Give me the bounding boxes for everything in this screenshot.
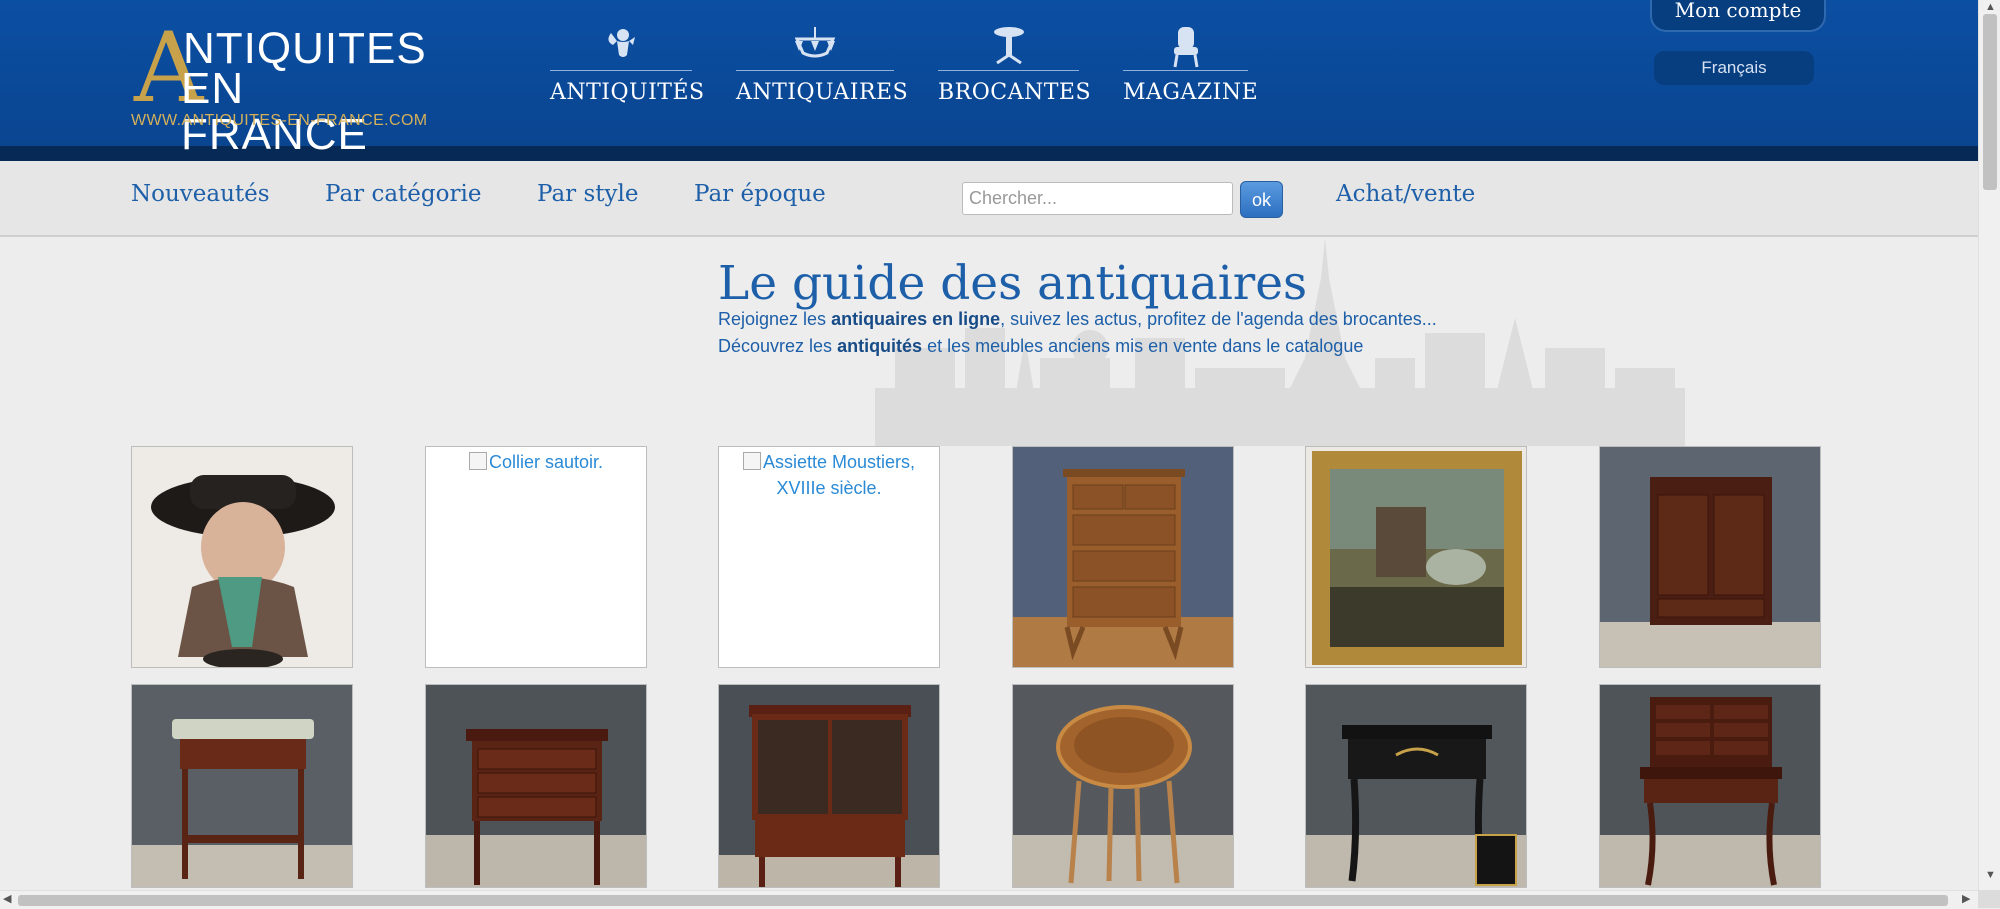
text-segment: , suivez les actus, profitez de l'agenda… — [1000, 309, 1437, 329]
nav-antiquaires[interactable]: ANTIQUAIRES — [736, 20, 909, 110]
horizontal-scroll-thumb[interactable] — [18, 895, 1948, 906]
vertical-scroll-thumb[interactable] — [1983, 14, 1997, 190]
image-alt-text: Collier sautoir. — [488, 452, 604, 472]
scroll-right-arrow-icon[interactable]: ▶ — [1962, 894, 1970, 905]
black-napoleon-iii-desk-image — [1306, 685, 1526, 887]
scroll-left-arrow-icon[interactable]: ◀ — [3, 894, 11, 905]
horizontal-scrollbar[interactable]: ◀ ▶ — [0, 890, 1978, 909]
mahogany-drawer-table-image — [426, 685, 646, 887]
nav-label: MAGAZINE — [1123, 80, 1259, 105]
round-marquetry-table-image — [1013, 685, 1233, 887]
nav-label: ANTIQUITÉS — [550, 80, 705, 105]
broken-image: Assiette Moustiers, XVIIIe siècle. — [719, 447, 939, 501]
product-thumbnail[interactable]: Collier sautoir. — [425, 446, 647, 668]
product-thumbnail[interactable] — [131, 684, 353, 888]
product-thumbnail[interactable] — [1305, 684, 1527, 888]
product-thumbnail[interactable] — [718, 684, 940, 888]
chandelier-icon — [791, 25, 839, 70]
subnav-par-style[interactable]: Par style — [537, 181, 638, 207]
search-submit-button[interactable]: ok — [1240, 181, 1283, 218]
subnav-par-epoque[interactable]: Par époque — [694, 181, 826, 207]
text-segment: Rejoignez les — [718, 309, 832, 329]
armchair-icon — [1169, 25, 1203, 74]
nav-magazine[interactable]: MAGAZINE — [1123, 20, 1259, 110]
walnut-chest-of-drawers-image — [1013, 447, 1233, 667]
antiquites-link[interactable]: antiquités — [837, 336, 922, 356]
product-thumbnail[interactable] — [425, 684, 647, 888]
antiquaires-en-ligne-link[interactable]: antiquaires en ligne — [831, 309, 1000, 329]
nav-underline — [736, 70, 894, 71]
nav-label: BROCANTES — [938, 80, 1092, 105]
account-button[interactable]: Mon compte — [1650, 0, 1826, 32]
product-thumbnail[interactable] — [1012, 446, 1234, 668]
nav-underline — [550, 70, 692, 71]
product-thumbnail[interactable] — [1599, 684, 1821, 888]
ceramic-figure-jug-image — [132, 447, 352, 667]
mahogany-cabinet-image — [1600, 447, 1820, 667]
nav-label: ANTIQUAIRES — [736, 80, 909, 105]
image-alt-text: Assiette Moustiers, XVIIIe siècle. — [762, 452, 916, 498]
subnav-nouveautes[interactable]: Nouveautés — [131, 181, 270, 207]
marble-top-side-table-image — [132, 685, 352, 887]
guide-intro-line-1: Rejoignez les antiquaires en ligne, suiv… — [718, 309, 1437, 330]
language-selector[interactable]: Français — [1654, 51, 1814, 85]
text-segment: Découvrez les — [718, 336, 838, 356]
broken-image-icon — [742, 452, 761, 470]
product-thumbnail[interactable] — [131, 446, 353, 668]
scroll-down-arrow-icon[interactable]: ▼ — [1985, 870, 1996, 881]
nav-brocantes[interactable]: BROCANTES — [938, 20, 1092, 110]
nav-underline — [938, 70, 1079, 71]
site-logo[interactable]: A NTIQUITES EN FRANCE WWW.ANTIQUITES-EN-… — [131, 20, 441, 158]
logo-url: WWW.ANTIQUITES-EN-FRANCE.COM — [131, 112, 428, 129]
page-title: Le guide des antiquaires — [718, 256, 1308, 311]
pedestal-table-icon — [991, 25, 1027, 70]
product-thumbnail[interactable] — [1012, 684, 1234, 888]
cherub-icon — [603, 25, 639, 70]
scrollbar-corner — [1978, 890, 2000, 908]
product-thumbnail[interactable] — [1305, 446, 1527, 668]
guide-intro-line-2: Découvrez les antiquités et les meubles … — [718, 336, 1363, 357]
framed-landscape-painting-image — [1306, 447, 1526, 667]
ladies-writing-desk-image — [1600, 685, 1820, 887]
nav-underline — [1123, 70, 1248, 71]
subnav-achat-vente[interactable]: Achat/vente — [1336, 181, 1475, 207]
scroll-up-arrow-icon[interactable]: ▲ — [1985, 2, 1996, 13]
product-thumbnail[interactable]: Assiette Moustiers, XVIIIe siècle. — [718, 446, 940, 668]
subnav-par-categorie[interactable]: Par catégorie — [325, 181, 481, 207]
product-thumbnail[interactable] — [1599, 446, 1821, 668]
glazed-bookcase-image — [719, 685, 939, 887]
broken-image: Collier sautoir. — [426, 447, 646, 475]
secondary-nav: Nouveautés Par catégorie Par style Par é… — [0, 161, 1978, 237]
nav-antiquites[interactable]: ANTIQUITÉS — [550, 20, 705, 110]
broken-image-icon — [468, 452, 487, 470]
search-input[interactable] — [962, 182, 1233, 215]
vertical-scrollbar[interactable]: ▲ ▼ — [1978, 0, 2000, 890]
text-segment: et les meubles anciens mis en vente dans… — [922, 336, 1364, 356]
